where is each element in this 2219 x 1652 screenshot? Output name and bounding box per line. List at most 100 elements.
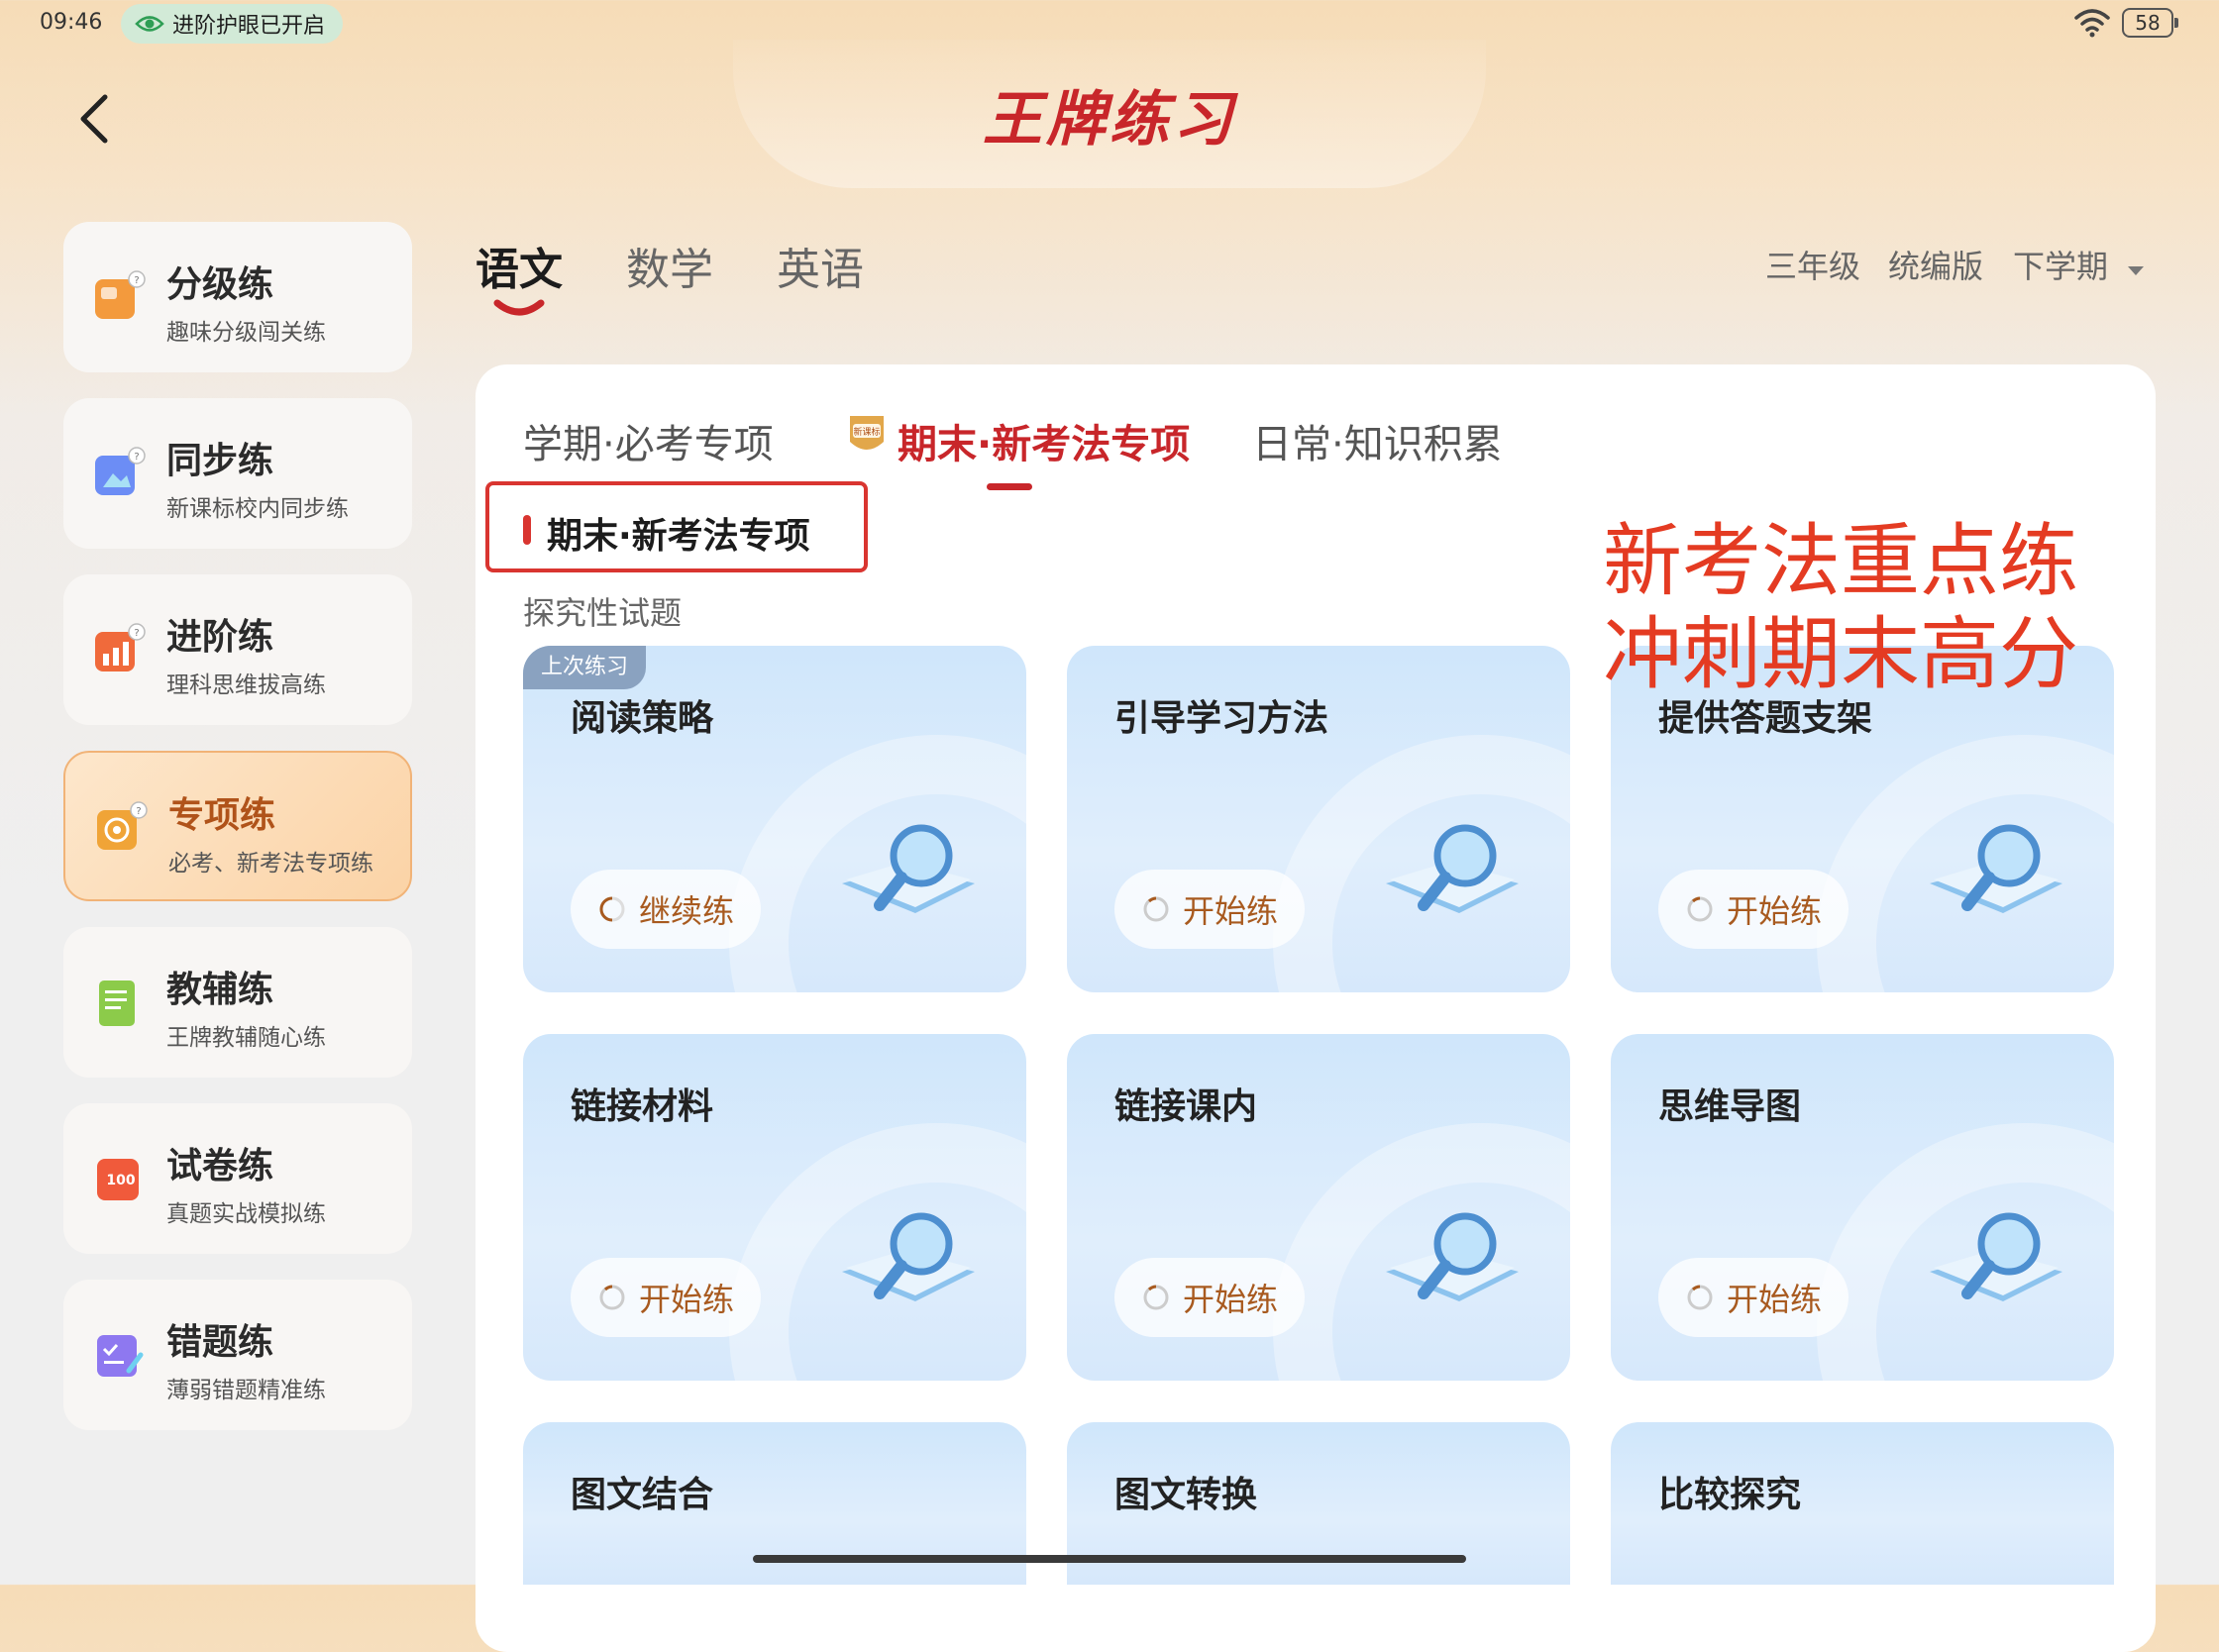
start-button[interactable]: 开始练: [1658, 1258, 1849, 1337]
battery-indicator: 58: [2122, 8, 2178, 38]
semester-filter[interactable]: 下学期: [2013, 242, 2146, 287]
card-title: 引导学习方法: [1114, 698, 1329, 739]
magnifier-book-icon: [1386, 824, 1519, 913]
mistake-practice-icon: [97, 1335, 144, 1377]
button-label: 开始练: [1726, 1281, 1822, 1318]
card-title: 图文转换: [1114, 1475, 1258, 1515]
badge-text: 新课标: [853, 426, 880, 438]
subtab-semester-required[interactable]: 学期·必考专项: [523, 412, 774, 469]
exam-paper-icon: 100: [97, 1159, 139, 1200]
sidebar-item-title: 同步练: [166, 441, 274, 481]
advanced-practice-icon: ?: [95, 623, 146, 671]
start-button[interactable]: 开始练: [571, 1258, 761, 1337]
sidebar-item-special[interactable]: ? 专项练 必考、新考法专项练: [63, 751, 412, 901]
sidebar-item-subtitle: 薄弱错题精准练: [166, 1378, 326, 1403]
sidebar-item-subtitle: 理科思维拔高练: [166, 672, 326, 698]
home-indicator[interactable]: [753, 1555, 1466, 1563]
sidebar-item-subtitle: 趣味分级闯关练: [166, 320, 326, 346]
new-curriculum-badge-icon: 新课标: [850, 416, 884, 450]
sidebar-item-subtitle: 新课标校内同步练: [166, 496, 349, 522]
button-label: 开始练: [1726, 892, 1822, 930]
section-subtitle: 探究性试题: [523, 594, 683, 632]
sidebar-item-title: 进阶练: [166, 617, 274, 658]
practice-card[interactable]: 引导学习方法 开始练: [1067, 646, 1570, 992]
sidebar-item-sync[interactable]: ? 同步练 新课标校内同步练: [63, 398, 412, 549]
magnifier-book-icon: [842, 1212, 975, 1301]
magnifier-book-icon: [842, 824, 975, 913]
tab-chinese[interactable]: 语文: [476, 234, 563, 297]
caret-down-icon: [2128, 266, 2145, 275]
svg-text:?: ?: [134, 628, 139, 639]
section-marker: [523, 515, 531, 545]
practice-card[interactable]: 思维导图 开始练: [1611, 1034, 2114, 1381]
practice-card[interactable]: 比较探究: [1611, 1422, 2114, 1585]
graded-practice-icon: ?: [95, 270, 146, 319]
progress-ring-icon: [599, 896, 625, 922]
sidebar-item-title: 专项练: [168, 795, 276, 836]
practice-card[interactable]: 链接课内 开始练: [1067, 1034, 1570, 1381]
magnifier-book-icon: [1386, 1212, 1519, 1301]
card-title: 链接课内: [1114, 1086, 1258, 1127]
card-title: 思维导图: [1658, 1086, 1802, 1127]
card-title: 比较探究: [1658, 1475, 1802, 1515]
magnifier-book-icon: [1930, 824, 2062, 913]
active-tab-indicator: [493, 299, 545, 316]
progress-ring-icon: [1143, 896, 1169, 922]
sidebar-item-mistakes[interactable]: 错题练 薄弱错题精准练: [63, 1280, 412, 1430]
last-practice-tag: 上次练习: [523, 646, 647, 689]
page-title: 王牌练习: [983, 85, 1236, 155]
practice-card[interactable]: 上次练习 阅读策略 继续练: [523, 646, 1026, 992]
promo-line-1: 新考法重点练: [1603, 515, 2078, 607]
subtab-final-new-method[interactable]: 期末·新考法专项: [898, 412, 1190, 469]
status-time: 09:46: [40, 10, 103, 35]
section-title: 期末·新考法专项: [547, 516, 810, 557]
sidebar-item-title: 分级练: [166, 264, 274, 305]
start-button[interactable]: 开始练: [1114, 1258, 1305, 1337]
textbook-practice-icon: [99, 981, 135, 1026]
sync-practice-icon: ?: [95, 447, 146, 495]
sidebar-item-subtitle: 王牌教辅随心练: [166, 1025, 326, 1051]
start-button[interactable]: 开始练: [1114, 870, 1305, 949]
card-title: 链接材料: [571, 1086, 714, 1127]
card-title: 阅读策略: [571, 698, 714, 739]
button-label: 开始练: [638, 1281, 734, 1318]
subtab-active-indicator: [987, 483, 1032, 490]
svg-text:?: ?: [134, 275, 139, 286]
sidebar-item-title: 教辅练: [166, 970, 274, 1010]
svg-text:?: ?: [136, 806, 141, 817]
edition-filter[interactable]: 统编版: [1888, 242, 1983, 287]
svg-text:100: 100: [106, 1173, 135, 1188]
sidebar-item-title: 试卷练: [166, 1146, 274, 1187]
progress-ring-icon: [1143, 1285, 1169, 1310]
button-label: 继续练: [638, 892, 734, 930]
special-practice-icon: ?: [97, 801, 148, 850]
start-button[interactable]: 开始练: [1658, 870, 1849, 949]
eye-icon: [135, 16, 164, 32]
semester-label: 下学期: [2013, 248, 2109, 285]
sidebar-item-subtitle: 真题实战模拟练: [166, 1201, 326, 1227]
progress-ring-icon: [1687, 896, 1713, 922]
sidebar-item-subtitle: 必考、新考法专项练: [168, 851, 373, 877]
sidebar-item-title: 错题练: [166, 1322, 274, 1363]
svg-text:?: ?: [134, 452, 139, 463]
tab-english[interactable]: 英语: [777, 234, 864, 297]
practice-card[interactable]: 链接材料 开始练: [523, 1034, 1026, 1381]
button-label: 开始练: [1182, 892, 1278, 930]
card-title: 图文结合: [571, 1475, 714, 1515]
button-label: 开始练: [1182, 1281, 1278, 1318]
sidebar-item-advanced[interactable]: ? 进阶练 理科思维拔高练: [63, 574, 412, 725]
wifi-icon: [2074, 9, 2110, 38]
progress-ring-icon: [599, 1285, 625, 1310]
eye-care-indicator: 进阶护眼已开启: [121, 4, 344, 44]
progress-ring-icon: [1687, 1285, 1713, 1310]
magnifier-book-icon: [1930, 1212, 2062, 1301]
sidebar-item-textbook[interactable]: 教辅练 王牌教辅随心练: [63, 927, 412, 1078]
grade-filter[interactable]: 三年级: [1765, 242, 1860, 287]
sidebar-item-graded[interactable]: ? 分级练 趣味分级闯关练: [63, 222, 412, 372]
continue-button[interactable]: 继续练: [571, 870, 761, 949]
sidebar-item-exam[interactable]: 100 试卷练 真题实战模拟练: [63, 1103, 412, 1254]
tab-math[interactable]: 数学: [626, 234, 713, 297]
promo-annotation: 新考法重点练 冲刺期末高分: [1603, 515, 2078, 701]
promo-line-2: 冲刺期末高分: [1603, 608, 2078, 700]
subtab-daily-knowledge[interactable]: 日常·知识积累: [1252, 412, 1503, 469]
